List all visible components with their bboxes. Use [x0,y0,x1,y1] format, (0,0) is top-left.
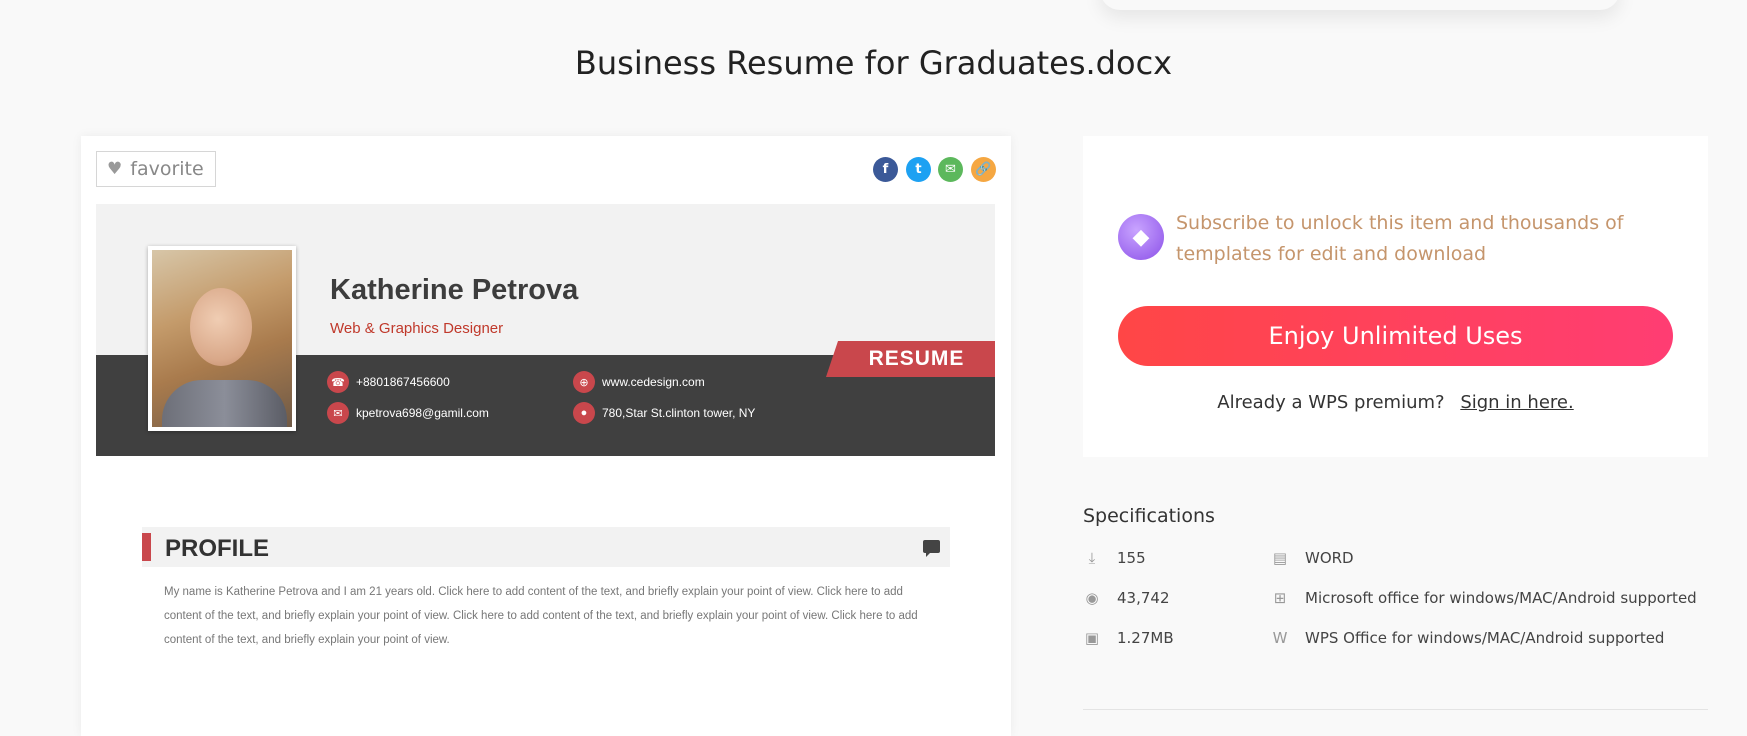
contact-email: ✉ kpetrova698@gamil.com [327,402,489,424]
location-pin-icon: ● [573,402,595,424]
contact-website: ⊕ www.cedesign.com [573,371,705,393]
diamond-icon: ◆ [1118,214,1164,260]
spec-format: ▤ WORD [1270,548,1354,568]
resume-name: Katherine Petrova [330,274,579,306]
profile-text: My name is Katherine Petrova and I am 21… [164,586,918,646]
top-banner-shadow [1100,0,1620,10]
subscribe-panel: ◆ Subscribe to unlock this item and thou… [1083,136,1708,457]
page-title: Business Resume for Graduates.docx [574,44,1173,82]
resume-role: Web & Graphics Designer [330,320,504,337]
favorite-label: favorite [130,158,204,180]
eye-icon: ◉ [1085,589,1099,607]
specifications-title: Specifications [1083,505,1215,527]
subscribe-text: Subscribe to unlock this item and thousa… [1176,212,1624,265]
facebook-share-icon[interactable]: f [873,157,898,182]
spec-size: ▣ 1.27MB [1082,628,1174,648]
spec-downloads: ⤓ 155 [1082,548,1146,568]
document-icon: ▤ [1272,549,1288,567]
resume-tag: RESUME [826,341,995,377]
signin-line: Already a WPS premium? Sign in here. [1083,392,1708,413]
phone-icon: ☎ [327,371,349,393]
profile-title: PROFILE [165,535,270,562]
profile-section-header: PROFILE [142,527,950,567]
spec-views: ◉ 43,742 [1082,588,1169,608]
template-preview: ♥ favorite f t ✉ 🔗 Katherine Petrova Web… [81,136,1011,736]
sign-in-link[interactable]: Sign in here. [1460,392,1573,413]
twitter-share-icon[interactable]: t [906,157,931,182]
divider [1083,709,1708,710]
spec-ms-support: ⊞ Microsoft office for windows/MAC/Andro… [1270,588,1697,608]
disk-icon: ▣ [1084,629,1100,647]
comment-icon [923,540,940,557]
globe-icon: ⊕ [573,371,595,393]
resume-header: Katherine Petrova Web & Graphics Designe… [96,204,995,456]
profile-photo [148,246,296,431]
favorite-button[interactable]: ♥ favorite [96,151,216,187]
mail-icon: ✉ [327,402,349,424]
already-premium-text: Already a WPS premium? [1217,392,1445,413]
windows-icon: ⊞ [1273,589,1287,607]
email-share-icon[interactable]: ✉ [938,157,963,182]
download-icon: ⤓ [1088,549,1096,567]
wps-icon: W [1272,629,1288,647]
heart-icon: ♥ [107,159,123,179]
copy-link-icon[interactable]: 🔗 [971,157,996,182]
contact-address: ● 780,Star St.clinton tower, NY [573,402,755,424]
enjoy-unlimited-uses-button[interactable]: Enjoy Unlimited Uses [1118,306,1673,366]
spec-wps-support: W WPS Office for windows/MAC/Android sup… [1270,628,1665,648]
contact-phone: ☎ +8801867456600 [327,371,450,393]
